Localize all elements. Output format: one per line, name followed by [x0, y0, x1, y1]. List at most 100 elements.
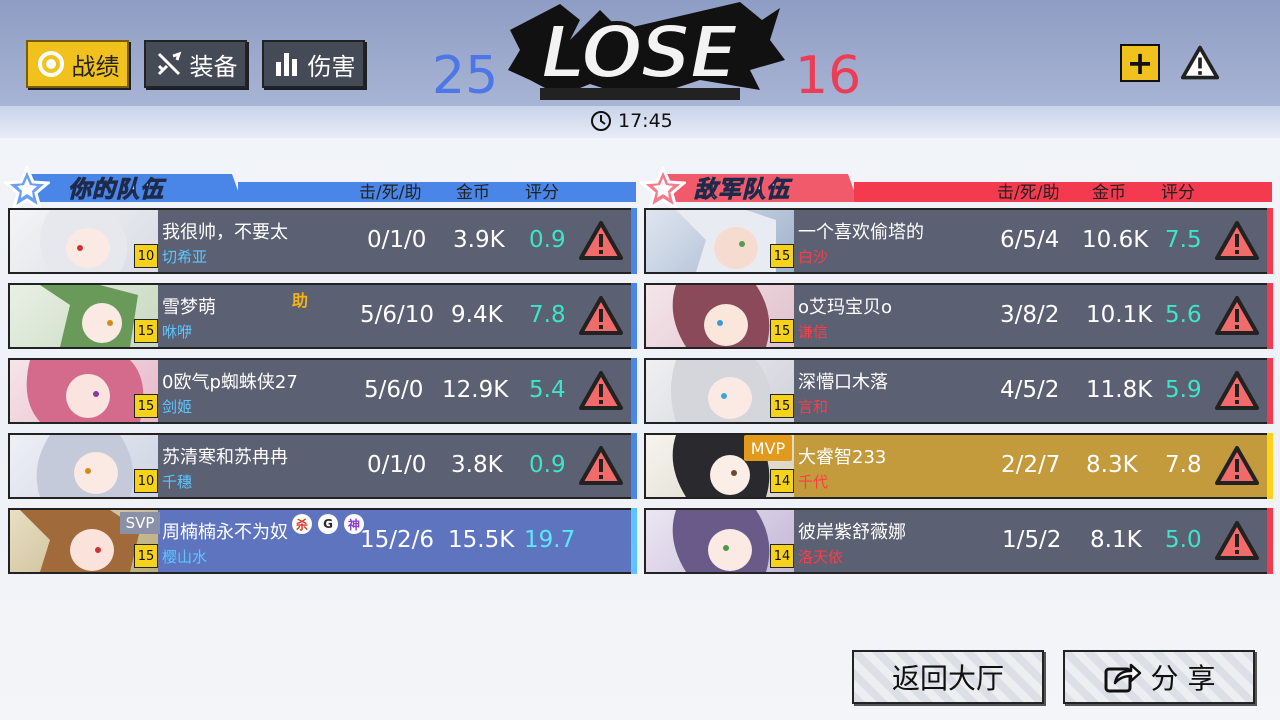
share-icon: [1104, 663, 1141, 693]
level-badge: 15: [770, 319, 794, 343]
row-edge: [1267, 208, 1273, 274]
lose-title: LOSE: [538, 8, 741, 98]
col-kda: 击/死/助: [997, 183, 1060, 203]
player-name: 深懵口木落: [798, 372, 888, 393]
player-row[interactable]: 10 我很帅，不要太 切希亚 0/1/0 3.9K 0.9: [8, 208, 637, 274]
clock-icon: [591, 111, 611, 131]
star-icon: [640, 166, 686, 212]
match-timer: 17:45: [590, 110, 673, 132]
tab-stats[interactable]: 战绩: [26, 40, 129, 88]
kda-value: 0/1/0: [367, 452, 427, 478]
player-row[interactable]: 14 彼岸紫舒薇娜 洛天依 1/5/2 8.1K 5.0: [644, 508, 1273, 574]
player-name: 大睿智233: [798, 447, 887, 468]
tab-damage[interactable]: 伤害: [262, 40, 365, 88]
my-team-header: 你的队伍 击/死/助 金币 评分: [4, 166, 636, 212]
level-badge: 15: [134, 319, 158, 343]
col-kda: 击/死/助: [359, 183, 422, 203]
level-badge: 10: [134, 469, 158, 493]
player-name: 一个喜欢偷塔的: [798, 222, 924, 243]
col-rating: 评分: [1161, 183, 1195, 203]
player-name: 0欧气p蜘蛛侠27: [162, 372, 298, 393]
col-rating: 评分: [525, 183, 559, 203]
ring-icon: [36, 49, 66, 79]
kda-value: 2/2/7: [1001, 452, 1061, 478]
bar-chart-icon: [272, 49, 302, 79]
gold-value: 15.5K: [448, 527, 515, 553]
kda-value: 3/8/2: [1000, 302, 1060, 328]
rating-value: 5.4: [529, 377, 566, 403]
kda-value: 5/6/0: [364, 377, 424, 403]
rating-value: 7.5: [1165, 227, 1202, 253]
report-player-button[interactable]: [1214, 445, 1260, 487]
timer-text: 17:45: [618, 110, 673, 132]
player-row-mvp[interactable]: MVP 14 大睿智233 千代 2/2/7 8.3K 7.8: [644, 433, 1273, 499]
hero-name: 洛天依: [798, 548, 844, 566]
plus-icon: +: [1126, 44, 1154, 82]
player-row[interactable]: 15 一个喜欢偷塔的 白沙 6/5/4 10.6K 7.5: [644, 208, 1273, 274]
level-badge: 15: [770, 394, 794, 418]
gold-value: 9.4K: [451, 302, 503, 328]
player-name: 雪梦萌: [162, 297, 216, 318]
player-name: 苏清寒和苏冉冉: [162, 447, 288, 468]
row-edge: [631, 283, 637, 349]
enemy-team-header: 敌军队伍 击/死/助 金币 评分: [640, 166, 1272, 212]
gold-value: 10.1K: [1086, 302, 1153, 328]
player-row[interactable]: 15 o艾玛宝贝o 谦信 3/8/2 10.1K 5.6: [644, 283, 1273, 349]
player-name: 我很帅，不要太: [162, 222, 288, 243]
row-edge: [1267, 433, 1273, 499]
level-badge: 15: [134, 394, 158, 418]
kill-tag: 杀: [292, 514, 312, 534]
player-row-self[interactable]: SVP 15 周楠楠永不为奴 杀 G 神 樱山水 15/2/6 15.5K 19…: [8, 508, 637, 574]
row-edge: [631, 508, 637, 574]
report-player-button[interactable]: [578, 370, 624, 412]
assist-tag: 助: [291, 291, 308, 310]
kda-value: 5/6/10: [360, 302, 435, 328]
report-player-button[interactable]: [1214, 370, 1260, 412]
tab-stats-label: 战绩: [71, 52, 120, 81]
report-player-button[interactable]: [1214, 220, 1260, 262]
row-edge: [1267, 358, 1273, 424]
enemy-team-name: 敌军队伍: [694, 177, 790, 204]
player-row[interactable]: 15 深懵口木落 言和 4/5/2 11.8K 5.9: [644, 358, 1273, 424]
report-button[interactable]: [1180, 44, 1220, 82]
rating-value: 5.9: [1165, 377, 1202, 403]
row-edge: [1267, 508, 1273, 574]
kda-value: 15/2/6: [360, 527, 435, 553]
hero-name: 言和: [798, 398, 829, 416]
gold-value: 8.3K: [1086, 452, 1138, 478]
add-friend-button[interactable]: +: [1120, 44, 1160, 82]
back-to-lobby-button[interactable]: 返回大厅: [852, 650, 1044, 704]
report-player-button[interactable]: [578, 220, 624, 262]
player-tags: 杀 G 神: [292, 514, 364, 534]
report-player-button[interactable]: [1214, 520, 1260, 562]
report-player-button[interactable]: [578, 295, 624, 337]
tab-equipment[interactable]: 装备: [144, 40, 247, 88]
hero-name: 千代: [798, 473, 829, 491]
player-row[interactable]: 15 雪梦萌 助 咻咿 5/6/10 9.4K 7.8: [8, 283, 637, 349]
hero-name: 千穗: [162, 473, 193, 491]
level-badge: 10: [134, 244, 158, 268]
kda-value: 1/5/2: [1002, 527, 1062, 553]
rating-value: 7.8: [529, 302, 566, 328]
report-player-button[interactable]: [1214, 295, 1260, 337]
rating-value: 19.7: [524, 527, 576, 553]
gold-value: 11.8K: [1086, 377, 1153, 403]
hero-name: 咻咿: [162, 323, 193, 341]
row-edge: [631, 433, 637, 499]
gold-value: 8.1K: [1090, 527, 1142, 553]
red-score: 16: [795, 46, 862, 106]
rating-value: 5.6: [1165, 302, 1202, 328]
col-gold: 金币: [1092, 183, 1126, 203]
mvp-badge: MVP: [744, 435, 792, 461]
player-row[interactable]: 15 0欧气p蜘蛛侠27 剑姬 5/6/0 12.9K 5.4: [8, 358, 637, 424]
rating-value: 7.8: [1165, 452, 1202, 478]
tab-damage-label: 伤害: [307, 52, 356, 81]
player-name: o艾玛宝贝o: [798, 297, 893, 318]
report-player-button[interactable]: [578, 445, 624, 487]
share-button[interactable]: 分 享: [1063, 650, 1255, 704]
hero-name: 樱山水: [162, 548, 208, 566]
player-row[interactable]: 10 苏清寒和苏冉冉 千穗 0/1/0 3.8K 0.9: [8, 433, 637, 499]
hero-name: 谦信: [798, 323, 829, 341]
tab-equipment-label: 装备: [189, 52, 238, 81]
rating-value: 0.9: [529, 452, 566, 478]
